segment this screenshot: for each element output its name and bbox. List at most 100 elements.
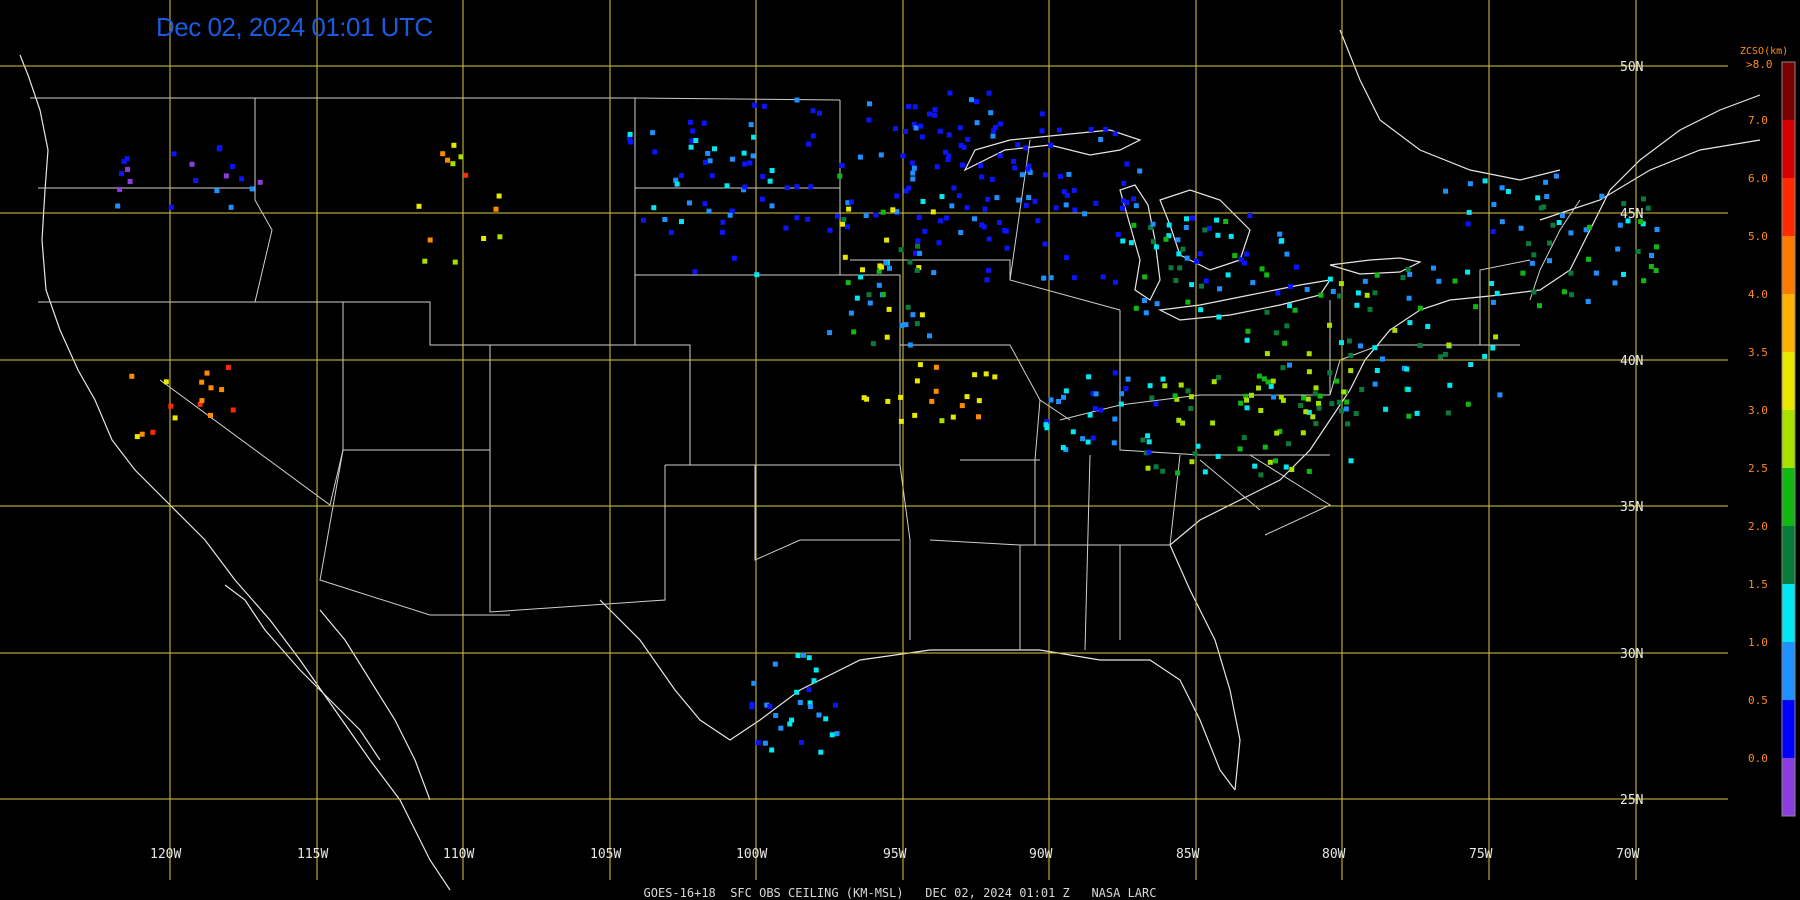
station-marker (748, 122, 754, 128)
station-marker (912, 104, 918, 110)
station-marker (1264, 272, 1270, 278)
station-marker (883, 260, 889, 266)
station-marker (1128, 240, 1134, 246)
station-marker (958, 230, 964, 235)
station-marker (884, 237, 890, 243)
station-marker (1294, 264, 1299, 270)
station-marker (916, 214, 922, 220)
station-marker (1404, 366, 1410, 372)
station-marker (1223, 219, 1229, 224)
station-marker (1090, 435, 1096, 441)
station-marker (1346, 338, 1352, 344)
station-marker (706, 208, 712, 214)
station-marker (1300, 430, 1306, 436)
station-marker (171, 151, 177, 157)
station-marker (866, 117, 872, 123)
station-marker (907, 342, 913, 348)
station-marker (223, 173, 229, 179)
station-marker (652, 149, 658, 155)
station-marker (1585, 299, 1591, 304)
station-marker (747, 160, 753, 166)
station-marker (1115, 232, 1121, 237)
station-marker (1343, 406, 1349, 412)
station-marker (1258, 408, 1264, 413)
station-marker (1162, 383, 1168, 389)
station-marker (1064, 192, 1070, 198)
station-marker (1380, 356, 1385, 362)
station-marker (451, 142, 457, 148)
station-marker (1145, 465, 1151, 471)
station-marker (1184, 255, 1190, 261)
station-marker (1112, 416, 1118, 422)
station-marker (898, 394, 904, 400)
station-marker (1330, 289, 1336, 294)
station-marker (833, 702, 838, 708)
station-marker (910, 312, 916, 318)
station-marker (1362, 278, 1368, 284)
station-marker (880, 292, 886, 297)
station-marker (910, 170, 916, 176)
station-marker (805, 216, 811, 222)
station-marker (208, 385, 214, 391)
station-marker (1066, 171, 1072, 177)
lat-label-35n: 35N (1620, 500, 1643, 515)
station-marker (641, 217, 646, 223)
station-marker (1407, 271, 1413, 277)
station-marker (1617, 222, 1623, 228)
station-marker (1092, 406, 1098, 411)
station-marker (1383, 406, 1389, 412)
station-marker (932, 112, 938, 118)
station-marker (754, 272, 760, 278)
station-marker (903, 322, 909, 328)
station-marker (1188, 406, 1194, 411)
station-marker (927, 111, 932, 117)
station-marker (1286, 441, 1291, 447)
station-marker (1316, 405, 1322, 411)
station-marker (915, 238, 921, 244)
station-marker (893, 126, 898, 132)
station-marker (810, 108, 816, 114)
station-marker (1211, 379, 1217, 385)
station-marker (1048, 142, 1054, 148)
station-marker (794, 184, 800, 190)
station-marker (1042, 241, 1048, 247)
station-marker (1336, 399, 1342, 405)
station-marker (1529, 260, 1535, 266)
station-marker (769, 168, 775, 173)
station-marker (1547, 258, 1552, 264)
station-marker (1188, 394, 1194, 400)
station-marker (1070, 429, 1076, 435)
station-marker (730, 156, 735, 162)
station-marker (979, 174, 985, 180)
station-marker (794, 215, 800, 221)
station-marker (1279, 238, 1285, 244)
station-marker (1287, 362, 1292, 368)
station-marker (1256, 373, 1262, 379)
station-marker (1493, 334, 1499, 340)
station-marker (1499, 185, 1505, 191)
station-marker (1137, 168, 1143, 174)
station-marker (1275, 290, 1281, 296)
station-marker (1071, 187, 1077, 193)
station-marker (497, 234, 503, 240)
station-marker (1407, 320, 1413, 326)
station-marker (1550, 222, 1556, 228)
station-marker (709, 173, 715, 179)
station-marker (988, 110, 994, 116)
station-marker (818, 749, 824, 755)
station-marker (1140, 437, 1146, 443)
station-marker (1163, 236, 1169, 242)
station-marker (906, 104, 912, 110)
station-marker (817, 110, 822, 116)
station-marker (1085, 439, 1091, 445)
station-marker (1313, 421, 1319, 427)
station-marker (1490, 299, 1496, 305)
colorbar-swatch (1782, 236, 1795, 294)
station-marker (1538, 205, 1544, 211)
station-marker (712, 146, 717, 152)
station-marker (1465, 269, 1471, 275)
station-marker (1098, 407, 1104, 413)
station-marker (974, 120, 980, 126)
station-marker (1056, 399, 1062, 404)
station-marker (1303, 409, 1309, 415)
